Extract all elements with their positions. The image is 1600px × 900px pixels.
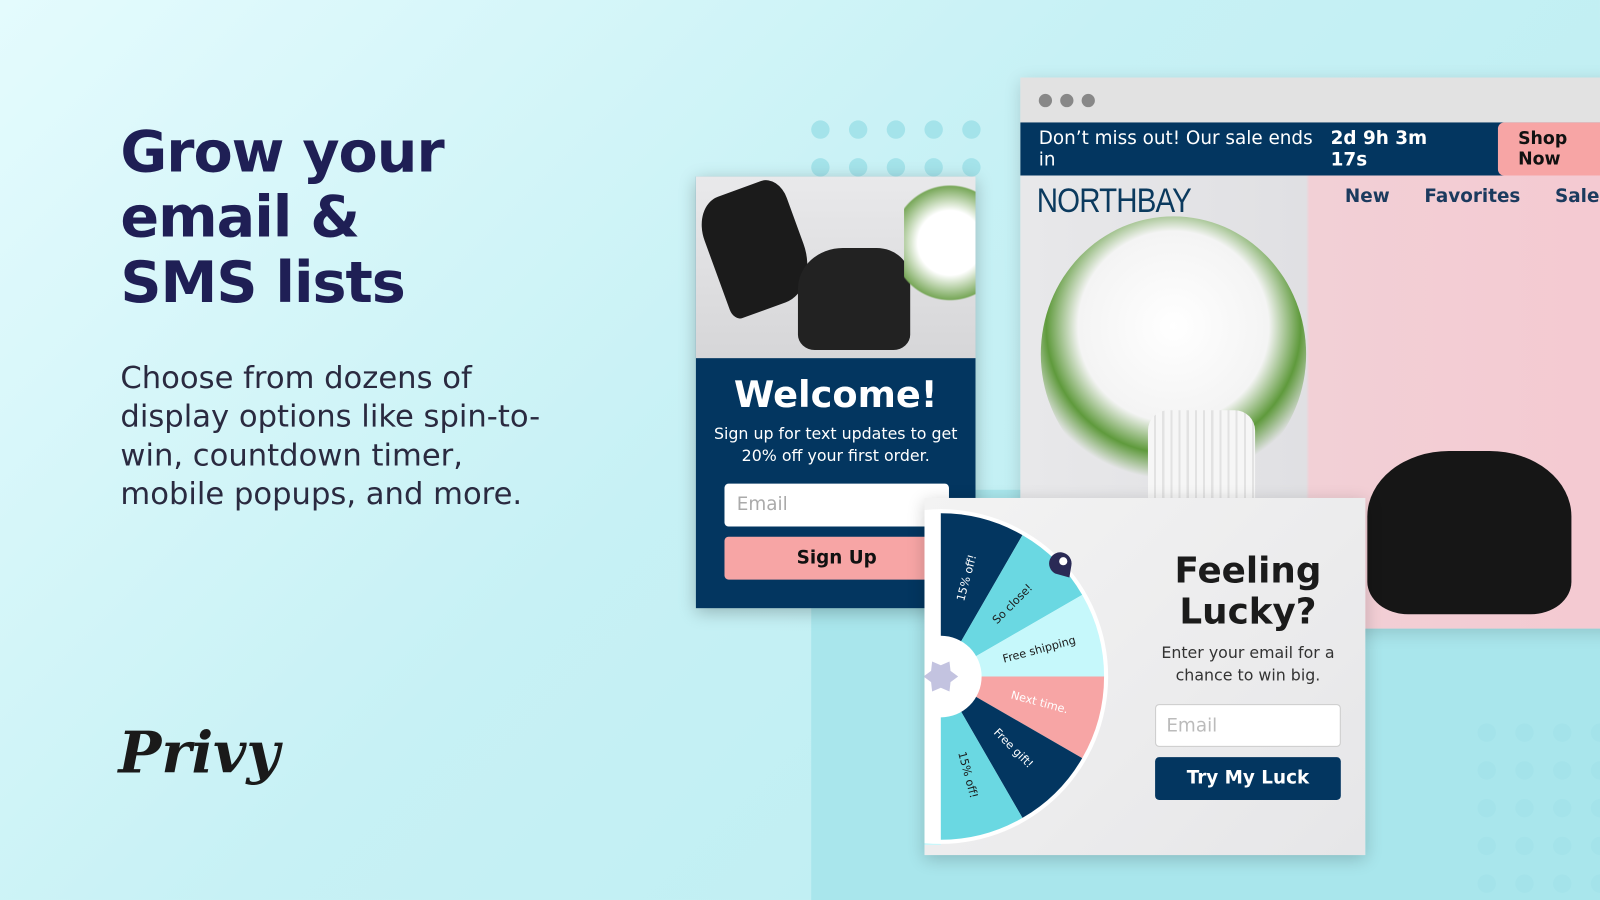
shoes-image [1367, 451, 1572, 615]
spin-text: Enter your email for a chance to win big… [1161, 643, 1335, 685]
store-nav: New Favorites Sale [1345, 186, 1600, 207]
window-dot-icon[interactable] [1038, 93, 1053, 108]
nav-sale[interactable]: Sale [1555, 186, 1599, 207]
window-dot-icon[interactable] [1081, 93, 1095, 108]
dot-pattern [1477, 723, 1600, 893]
vase-image [1147, 410, 1256, 503]
banner-text: Don’t miss out! Our sale ends in [1038, 127, 1313, 171]
headline-line: email & [120, 184, 360, 252]
countdown-bar: Don’t miss out! Our sale ends in 2d 9h 3… [1020, 122, 1600, 176]
email-input[interactable]: Email [1155, 704, 1341, 747]
headline-line: SMS lists [120, 249, 405, 317]
description: Choose from dozens of display options li… [120, 360, 541, 513]
nav-favorites[interactable]: Favorites [1424, 186, 1520, 207]
welcome-text: Sign up for text updates to get 20% off … [713, 424, 958, 466]
privy-logo: Privy [118, 719, 280, 787]
shoes-photo [695, 176, 976, 359]
feeling-lucky-title: Feeling Lucky? [1174, 551, 1322, 633]
brand-logo[interactable]: NORTHBAY [1037, 182, 1192, 222]
welcome-title: Welcome! [733, 374, 938, 417]
sign-up-button[interactable]: Sign Up [724, 536, 949, 580]
headline: Grow your email & SMS lists [120, 119, 444, 317]
countdown-timer: 2d 9h 3m 17s [1330, 127, 1428, 171]
try-my-luck-button[interactable]: Try My Luck [1155, 757, 1341, 800]
headline-line: Grow your [120, 119, 444, 186]
nav-new[interactable]: New [1345, 186, 1390, 207]
email-input[interactable]: Email [724, 483, 949, 527]
dot-pattern [811, 120, 981, 177]
prize-wheel[interactable]: 15% off!So close!Free shippingNext time.… [924, 498, 1138, 855]
shop-now-button[interactable]: Shop Now [1497, 122, 1600, 176]
wheel-pointer-dot [1059, 557, 1068, 566]
window-controls [1020, 77, 1600, 123]
promo-banner: Grow your email & SMS lists Choose from … [0, 0, 1600, 900]
window-dot-icon[interactable] [1060, 93, 1074, 108]
spin-to-win-popup: 15% off! So close! Free shipping Next time.… [924, 497, 1366, 856]
